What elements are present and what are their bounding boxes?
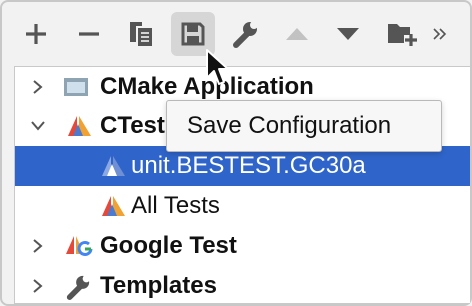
ctest-icon bbox=[101, 194, 127, 218]
chevron-down-icon[interactable] bbox=[29, 106, 47, 146]
tree-item-unit-bestest[interactable]: unit.BESTEST.GC30a bbox=[15, 146, 470, 186]
copy-configuration-button[interactable] bbox=[119, 12, 163, 56]
plus-icon bbox=[26, 24, 46, 44]
cmake-application-icon bbox=[63, 75, 89, 99]
ctest-icon bbox=[101, 154, 127, 178]
wrench-icon bbox=[233, 21, 258, 48]
more-actions-button[interactable] bbox=[426, 12, 454, 56]
toolbar bbox=[0, 0, 472, 66]
chevron-right-icon[interactable] bbox=[29, 266, 47, 303]
google-test-icon bbox=[65, 234, 93, 258]
remove-button[interactable] bbox=[67, 12, 111, 56]
tree-item-templates[interactable]: Templates bbox=[15, 266, 470, 303]
wrench-icon bbox=[65, 274, 91, 300]
edit-templates-button[interactable] bbox=[223, 12, 267, 56]
tree-item-label: CTest bbox=[100, 112, 165, 139]
move-down-button[interactable] bbox=[326, 12, 370, 56]
folder-plus-icon bbox=[388, 24, 417, 46]
tree-item-label: All Tests bbox=[131, 192, 220, 219]
tree-item-label: Google Test bbox=[100, 232, 237, 259]
minus-icon bbox=[79, 32, 99, 36]
tree-item-label: Templates bbox=[100, 272, 217, 299]
chevron-right-icon[interactable] bbox=[29, 226, 47, 266]
triangle-down-icon bbox=[337, 28, 359, 40]
ctest-icon bbox=[67, 114, 93, 138]
add-button[interactable] bbox=[14, 12, 58, 56]
tree-item-google-test[interactable]: Google Test bbox=[15, 226, 470, 266]
tree-item-all-tests[interactable]: All Tests bbox=[15, 186, 470, 226]
move-up-button[interactable] bbox=[275, 12, 319, 56]
tree-item-label: unit.BESTEST.GC30a bbox=[131, 152, 366, 179]
double-chevron-right-icon bbox=[433, 28, 447, 40]
tooltip: Save Configuration bbox=[166, 100, 442, 152]
copy-icon bbox=[130, 22, 152, 46]
save-icon bbox=[181, 22, 205, 46]
chevron-right-icon[interactable] bbox=[29, 67, 47, 107]
triangle-up-icon bbox=[286, 28, 308, 40]
mouse-cursor-icon bbox=[206, 49, 229, 85]
new-folder-button[interactable] bbox=[380, 12, 424, 56]
